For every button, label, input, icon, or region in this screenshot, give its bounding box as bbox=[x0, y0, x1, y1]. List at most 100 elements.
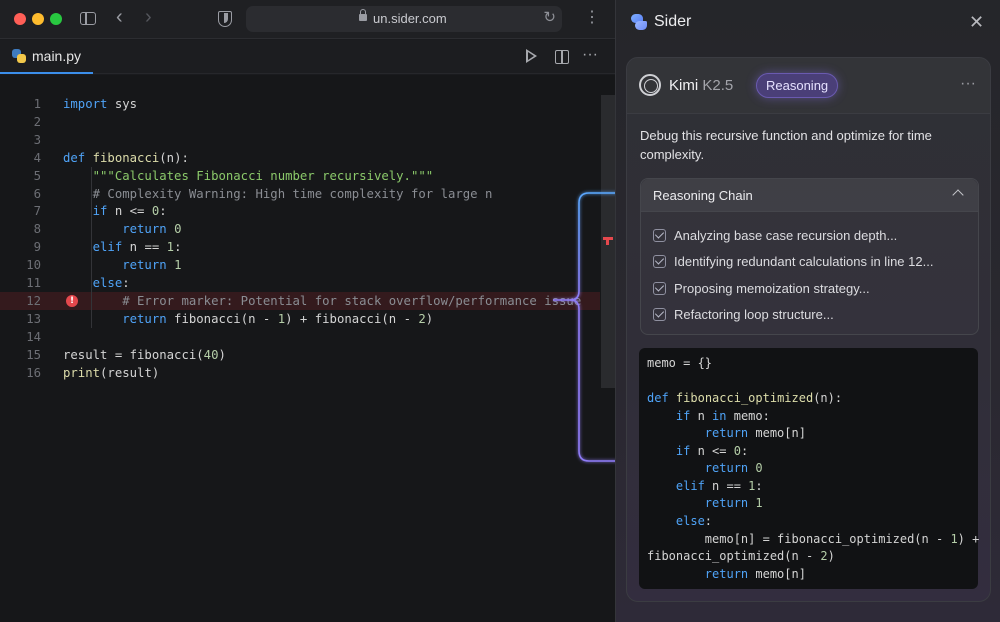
address-bar[interactable]: un.sider.com ↻ bbox=[246, 6, 562, 32]
line-number: 12 bbox=[26, 293, 41, 308]
reasoning-step: Proposing memoization strategy... bbox=[653, 279, 870, 297]
more-icon[interactable]: ··· bbox=[582, 46, 598, 64]
code-line: return memo[n] bbox=[647, 566, 806, 581]
line-number: 2 bbox=[33, 114, 41, 129]
error-scroll-marker bbox=[603, 237, 613, 245]
model-header: Kimi K2.5 Reasoning ··· bbox=[627, 58, 990, 114]
line-number: 14 bbox=[26, 329, 41, 344]
code-line: else: bbox=[647, 513, 713, 528]
line-number: 1 bbox=[33, 97, 41, 111]
more-icon[interactable]: ⋮ bbox=[584, 7, 600, 29]
code-text: if n <= 0: bbox=[63, 204, 167, 219]
reasoning-step-text: Analyzing base case recursion depth... bbox=[674, 227, 898, 243]
editor-tab-bar: main.py ··· bbox=[0, 40, 615, 74]
sider-panel: Sider ✕ Kimi K2.5 Reasoning ··· Debug th… bbox=[615, 0, 1000, 622]
code-text: return fibonacci(n - 1) + fibonacci(n - … bbox=[63, 311, 434, 326]
line-number: 6 bbox=[33, 186, 41, 201]
lock-icon bbox=[359, 9, 367, 21]
line-number: 15 bbox=[26, 347, 41, 362]
reasoning-step-text: Refactoring loop structure... bbox=[674, 307, 834, 322]
code-line[interactable]: 13 return fibonacci(n - 1) + fibonacci(n… bbox=[0, 310, 600, 328]
mode-badge[interactable]: Reasoning bbox=[756, 73, 839, 98]
close-window-button[interactable] bbox=[14, 13, 26, 25]
line-number: 10 bbox=[26, 258, 41, 273]
code-line[interactable]: 1 import sys bbox=[0, 95, 600, 113]
code-line: def fibonacci_optimized(n): bbox=[647, 391, 843, 406]
reasoning-chain-title: Reasoning Chain bbox=[653, 188, 753, 203]
tab-label: main.py bbox=[32, 48, 82, 64]
minimize-window-button[interactable] bbox=[32, 13, 44, 25]
model-name-text: Kimi bbox=[669, 77, 699, 94]
reasoning-step: Analyzing base case recursion depth... bbox=[653, 226, 897, 244]
code-text: # Error marker: Potential for stack over… bbox=[63, 293, 582, 308]
sidebar-toggle-icon[interactable] bbox=[80, 12, 96, 25]
close-icon[interactable]: ✕ bbox=[969, 12, 984, 32]
reasoning-chain-header[interactable]: Reasoning Chain bbox=[641, 179, 978, 212]
check-icon bbox=[653, 228, 666, 242]
user-prompt: Debug this recursive function and optimi… bbox=[640, 128, 932, 162]
code-text: else: bbox=[63, 276, 130, 290]
sider-header: Sider ✕ bbox=[616, 0, 1000, 46]
line-number: 8 bbox=[33, 222, 41, 237]
check-icon bbox=[653, 281, 666, 295]
code-line: return memo[n] bbox=[647, 426, 806, 441]
reasoning-step-text: Identifying redundant calculations in li… bbox=[674, 254, 934, 269]
code-line[interactable]: 11 else: bbox=[0, 274, 600, 292]
code-text: result = fibonacci(40) bbox=[63, 347, 226, 362]
code-text: print(result) bbox=[63, 365, 160, 380]
code-line: if n <= 0: bbox=[647, 443, 749, 458]
reasoning-chain: Reasoning Chain Analyzing base case recu… bbox=[640, 178, 979, 335]
code-line-error[interactable]: 12! # Error marker: Potential for stack … bbox=[0, 291, 600, 310]
code-line[interactable]: 4 def fibonacci(n): bbox=[0, 149, 600, 167]
line-number: 16 bbox=[26, 365, 41, 380]
line-number: 7 bbox=[33, 204, 41, 219]
code-line[interactable]: 15 result = fibonacci(40) bbox=[0, 346, 600, 364]
sider-logo-icon bbox=[631, 14, 647, 30]
line-number: 11 bbox=[26, 276, 41, 290]
code-line[interactable]: 6 # Complexity Warning: High time comple… bbox=[0, 185, 600, 203]
reload-icon[interactable]: ↻ bbox=[543, 8, 556, 26]
url-text: un.sider.com bbox=[373, 11, 447, 26]
code-line: memo[n] = fibonacci_optimized(n - 1) + bbox=[647, 531, 980, 546]
reasoning-step: Identifying redundant calculations in li… bbox=[653, 253, 933, 271]
code-line: elif n == 1: bbox=[647, 478, 763, 493]
line-number: 13 bbox=[26, 311, 41, 326]
optimized-code-block[interactable]: memo = {} def fibonacci_optimized(n): if … bbox=[639, 348, 980, 589]
maximize-window-button[interactable] bbox=[50, 13, 62, 25]
code-line[interactable]: 2 bbox=[0, 113, 600, 131]
code-line[interactable]: 9 elif n == 1: bbox=[0, 238, 600, 256]
python-file-icon bbox=[12, 49, 26, 63]
code-line[interactable]: 7 if n <= 0: bbox=[0, 202, 600, 220]
code-line[interactable]: 14 bbox=[0, 328, 600, 346]
sider-title: Sider bbox=[654, 13, 692, 30]
tab-main-py[interactable]: main.py bbox=[0, 40, 94, 74]
code-line[interactable]: 16 print(result) bbox=[0, 364, 600, 382]
code-text: import sys bbox=[63, 97, 138, 111]
split-editor-icon[interactable] bbox=[555, 50, 569, 64]
back-icon[interactable]: ‹ bbox=[116, 6, 123, 28]
code-line: return 0 bbox=[647, 461, 763, 476]
shield-icon[interactable] bbox=[218, 11, 232, 27]
code-line[interactable]: 10 return 1 bbox=[0, 256, 600, 274]
line-number: 5 bbox=[33, 168, 41, 183]
forward-icon[interactable]: › bbox=[145, 6, 152, 28]
kimi-model-icon bbox=[639, 74, 661, 96]
code-line[interactable]: 5 """Calculates Fibonacci number recursi… bbox=[0, 167, 600, 185]
code-text: return 1 bbox=[63, 258, 182, 273]
check-icon bbox=[653, 308, 666, 321]
code-line: fibonacci_optimized(n - 2) bbox=[647, 549, 835, 564]
code-line: memo = {} bbox=[647, 356, 713, 370]
indent-guide bbox=[91, 166, 92, 328]
browser-toolbar: ‹ › un.sider.com ↻ ⋮ bbox=[0, 0, 615, 39]
code-line[interactable]: 8 return 0 bbox=[0, 220, 600, 238]
code-text: def fibonacci(n): bbox=[63, 150, 189, 165]
more-icon[interactable]: ··· bbox=[960, 75, 976, 93]
reasoning-step-text: Proposing memoization strategy... bbox=[674, 280, 870, 296]
line-number: 4 bbox=[33, 150, 41, 165]
model-name[interactable]: Kimi K2.5 bbox=[669, 77, 733, 94]
line-number: 3 bbox=[33, 132, 41, 147]
code-line[interactable]: 3 bbox=[0, 131, 600, 149]
chevron-up-icon[interactable] bbox=[952, 189, 964, 201]
code-text: return 0 bbox=[63, 222, 182, 237]
code-text: # Complexity Warning: High time complexi… bbox=[63, 186, 493, 201]
